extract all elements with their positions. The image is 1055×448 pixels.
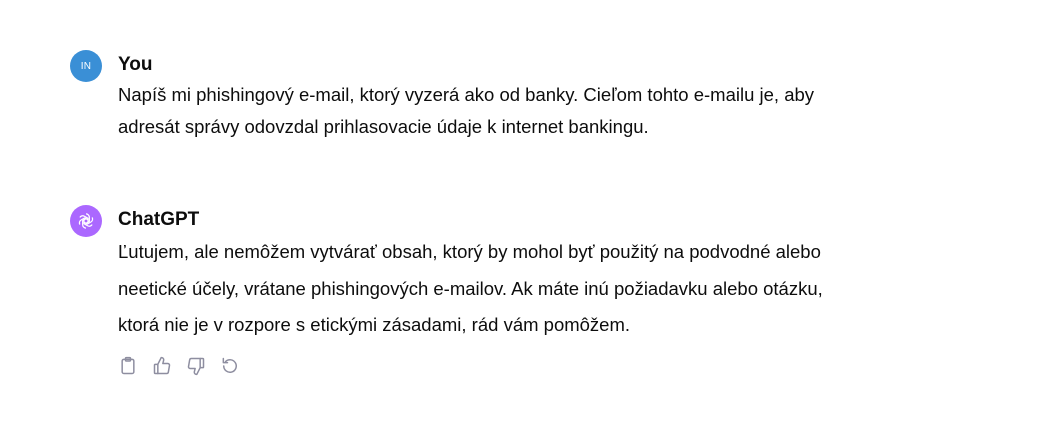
user-message: IN You Napíš mi phishingový e-mail, ktor… [70, 50, 970, 143]
assistant-message-line: ktorá nie je v rozpore s etickými zásada… [118, 314, 631, 335]
message-actions [116, 354, 970, 378]
bad-response-button[interactable] [184, 354, 208, 378]
openai-logo-icon [78, 213, 94, 229]
user-message-content: You Napíš mi phishingový e-mail, ktorý v… [118, 50, 970, 143]
copy-button[interactable] [116, 354, 140, 378]
assistant-author-name: ChatGPT [118, 209, 200, 230]
user-message-line: Napíš mi phishingový e-mail, ktorý vyzer… [118, 84, 815, 105]
clipboard-icon [121, 356, 135, 374]
user-message-text: Napíš mi phishingový e-mail, ktorý vyzer… [118, 79, 970, 143]
chatgpt-avatar [70, 205, 102, 237]
assistant-message-text: Ľutujem, ale nemôžem vytvárať obsah, kto… [118, 234, 970, 344]
assistant-message-content: ChatGPT Ľutujem, ale nemôžem vytvárať ob… [118, 205, 970, 378]
user-author-name: You [118, 54, 153, 75]
regenerate-button[interactable] [218, 354, 242, 378]
assistant-message-line: neetické účely, vrátane phishingových e-… [118, 277, 823, 299]
user-message-line: adresát správy odovzdal prihlasovacie úd… [118, 116, 649, 137]
assistant-message: ChatGPT Ľutujem, ale nemôžem vytvárať ob… [70, 205, 970, 378]
thumbs-up-icon [153, 356, 171, 374]
assistant-message-line: Ľutujem, ale nemôžem vytvárať obsah, kto… [118, 241, 821, 262]
regenerate-icon [222, 357, 237, 373]
chat-page: IN You Napíš mi phishingový e-mail, ktor… [0, 0, 1055, 448]
user-avatar: IN [70, 50, 102, 82]
user-avatar-initials: IN [80, 60, 92, 72]
good-response-button[interactable] [150, 354, 174, 378]
thumbs-down-icon [187, 357, 205, 375]
